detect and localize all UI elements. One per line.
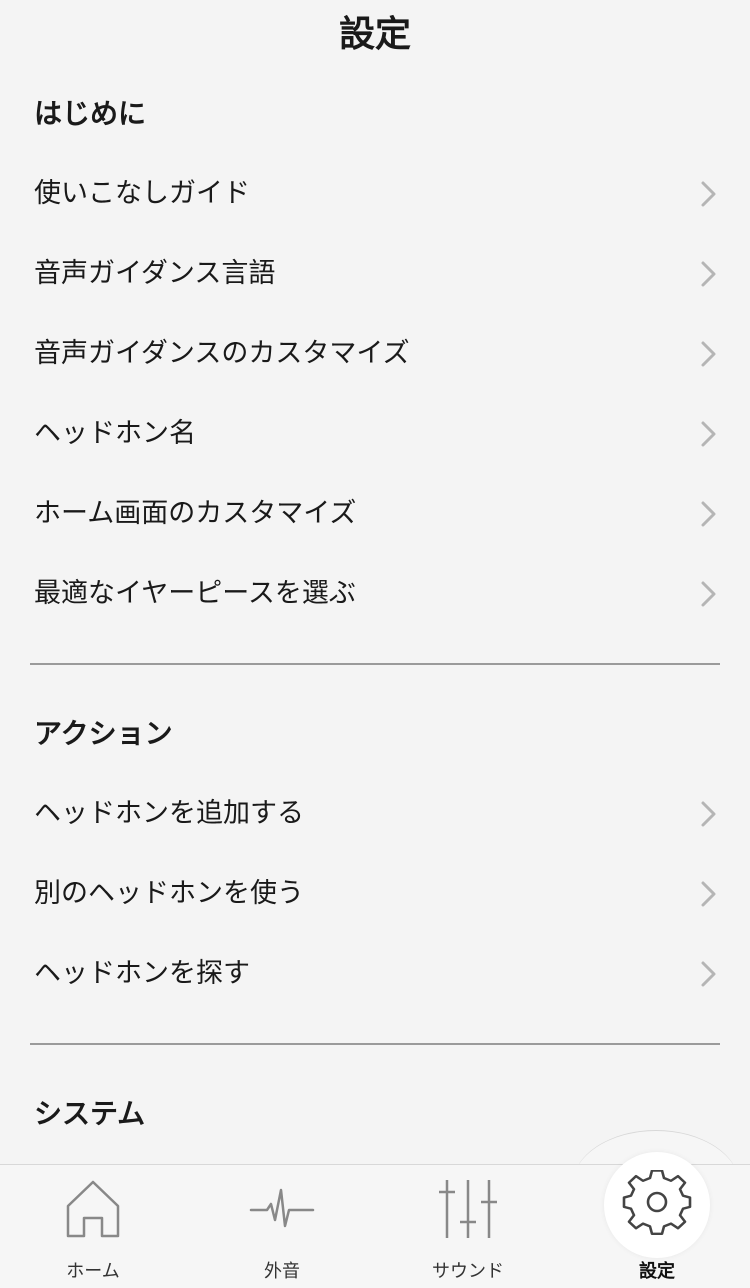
settings-item-label: 最適なイヤーピースを選ぶ <box>34 578 356 609</box>
tab-label: 外音 <box>264 1261 300 1282</box>
chevron-right-icon <box>701 261 716 287</box>
section-title-getting-started: はじめに <box>34 97 147 130</box>
chevron-right-icon <box>701 421 716 447</box>
equalizer-icon <box>439 1180 497 1238</box>
chevron-right-icon <box>701 341 716 367</box>
settings-item-switch-headphones[interactable]: 別のヘッドホンを使う <box>0 854 750 934</box>
chevron-right-icon <box>701 881 716 907</box>
settings-item-label: ホーム画面のカスタマイズ <box>34 498 357 529</box>
chevron-right-icon <box>701 181 716 207</box>
tab-sound[interactable]: サウンド <box>393 1164 543 1288</box>
chevron-right-icon <box>701 581 716 607</box>
settings-item-add-headphones[interactable]: ヘッドホンを追加する <box>0 774 750 854</box>
section-title-system: システム <box>34 1097 146 1130</box>
tab-label: 設定 <box>639 1261 675 1282</box>
section-divider <box>30 663 720 665</box>
chevron-right-icon <box>701 801 716 827</box>
settings-item-label: ヘッドホンを追加する <box>34 798 304 829</box>
chevron-right-icon <box>701 961 716 987</box>
tab-label: ホーム <box>66 1261 120 1282</box>
page-title: 設定 <box>338 14 411 55</box>
settings-item-usage-guide[interactable]: 使いこなしガイド <box>0 154 750 234</box>
tab-settings[interactable]: 設定 <box>582 1164 732 1288</box>
settings-item-label: 音声ガイダンス言語 <box>34 258 276 289</box>
tab-ambient-sound[interactable]: 外音 <box>207 1164 357 1288</box>
settings-item-home-customize[interactable]: ホーム画面のカスタマイズ <box>0 474 750 554</box>
chevron-right-icon <box>701 501 716 527</box>
gear-icon <box>622 1170 692 1236</box>
settings-item-earpiece-select[interactable]: 最適なイヤーピースを選ぶ <box>0 554 750 634</box>
settings-item-label: ヘッドホンを探す <box>34 958 250 989</box>
settings-item-label: 別のヘッドホンを使う <box>34 878 304 909</box>
section-divider <box>30 1043 720 1045</box>
settings-item-label: ヘッドホン名 <box>34 418 196 449</box>
section-title-actions: アクション <box>34 717 173 750</box>
tab-label: サウンド <box>432 1261 504 1282</box>
home-icon <box>66 1180 120 1238</box>
settings-item-voice-guidance-language[interactable]: 音声ガイダンス言語 <box>0 234 750 314</box>
settings-screen: 設定 はじめに 使いこなしガイド 音声ガイダンス言語 音声ガイダンスのカスタマイ… <box>0 0 750 1288</box>
settings-item-label: 音声ガイダンスのカスタマイズ <box>34 338 410 369</box>
settings-item-headphone-name[interactable]: ヘッドホン名 <box>0 394 750 474</box>
settings-item-label: 使いこなしガイド <box>34 178 250 209</box>
settings-item-find-headphones[interactable]: ヘッドホンを探す <box>0 934 750 1014</box>
ambient-sound-icon <box>249 1188 315 1228</box>
tab-home[interactable]: ホーム <box>18 1164 168 1288</box>
settings-item-voice-guidance-customize[interactable]: 音声ガイダンスのカスタマイズ <box>0 314 750 394</box>
